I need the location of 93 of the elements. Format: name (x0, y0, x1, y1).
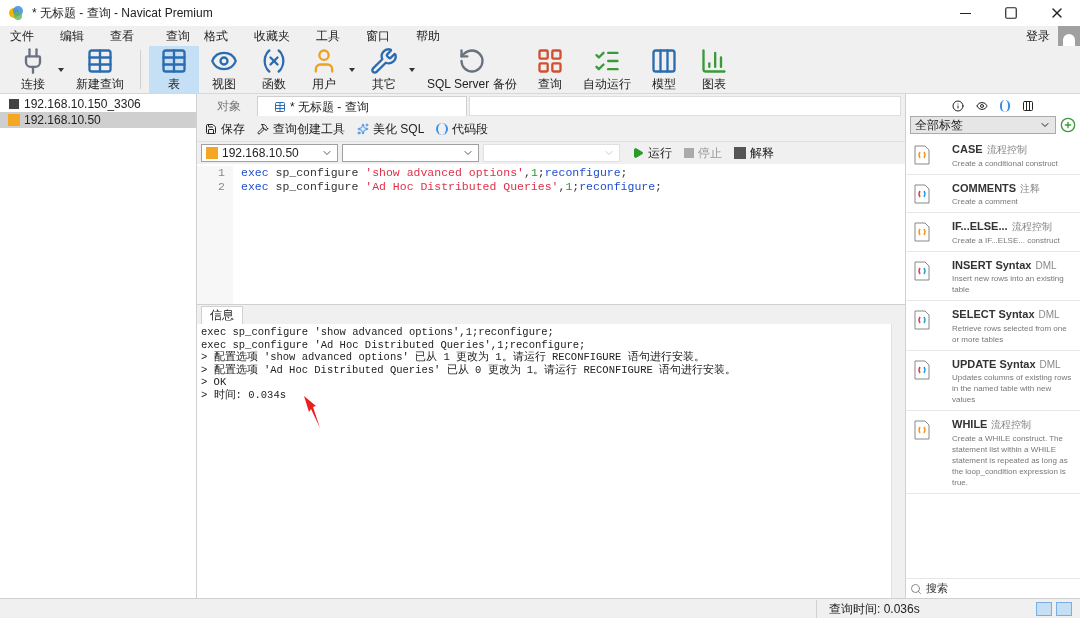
menu-item[interactable]: 窗口 (356, 27, 400, 45)
layout-left-button[interactable] (1036, 601, 1052, 616)
toolbar-button[interactable]: 视图 (199, 46, 249, 93)
maximize-icon (1004, 6, 1018, 20)
snippet-item[interactable]: INSERT Syntax DML Insert new rows into an existing table (906, 251, 1080, 301)
dropdown-caret-icon[interactable] (58, 67, 64, 72)
run-toolbar-button[interactable]: 运行 (632, 144, 672, 162)
snippet-file-icon (914, 222, 930, 242)
table-icon (160, 46, 188, 75)
connection-item[interactable]: 192.168.10.50 (0, 112, 196, 128)
connection-select[interactable] (342, 144, 479, 162)
columns-icon[interactable] (1022, 100, 1034, 112)
run-toolbar-button[interactable]: 解释 (734, 144, 774, 162)
connection-select[interactable]: 192.168.10.50 (201, 144, 338, 162)
query-toolbar-button[interactable]: 美化 SQL (357, 119, 425, 138)
toolbar-button[interactable]: 自动运行 (574, 46, 639, 93)
chart-icon (699, 46, 728, 75)
snippet-file-icon (914, 183, 930, 204)
line-number: 2 (218, 180, 225, 194)
query-time-status: 查询时间: 0.036s (816, 599, 966, 618)
query-toolbar-button[interactable]: 保存 (205, 119, 245, 138)
app-logo-icon (8, 5, 24, 21)
snippet-item[interactable]: IF...ELSE... 流程控制 Create a IF...ELSE... construct (906, 213, 1080, 252)
search-icon (910, 582, 922, 595)
window-title: * 无标题 - 查询 - Navicat Premium (32, 5, 213, 22)
toolbar-button[interactable]: 其它 (359, 46, 409, 93)
message-line: exec sp_configure 'show advanced options',1;reconfigure; (201, 326, 555, 339)
connection-item[interactable]: 192.168.10.150_3306 (0, 96, 196, 112)
layout-right-button[interactable] (1056, 601, 1072, 616)
grid-icon (535, 46, 564, 75)
snippet-file-icon (914, 420, 930, 440)
toolbar-button[interactable]: 新建查询 (68, 46, 132, 93)
snippet-item[interactable]: WHILE 流程控制 Create a WHILE construct. The statement list within a WHILE statement is repeated as long as the loop_condition expression is true. (906, 411, 1080, 494)
menu-item[interactable]: 编辑 (50, 27, 94, 45)
connection-icon (8, 114, 20, 126)
menu-item[interactable]: 收藏夹 (244, 27, 300, 45)
sparkle-icon (357, 122, 369, 135)
wrench-icon (370, 46, 398, 75)
restore-icon (457, 46, 486, 75)
code-line: exec sp_configure 'show advanced options',1;reconfigure; (241, 166, 629, 180)
snippet-search-field[interactable]: 搜索 (926, 580, 1076, 597)
snippet-item[interactable]: CASE 流程控制 Create a conditional construct (906, 136, 1080, 175)
minimize-icon (959, 12, 971, 14)
toolbar-button[interactable]: 函数 (249, 46, 299, 93)
message-line: > 配置选项 'Ad Hoc Distributed Queries' 已从 0 更改为 1。请运行 RECONFIGURE 语句进行安装。 (201, 363, 738, 377)
toolbar-button[interactable]: 用户 (299, 46, 349, 93)
model-icon (649, 46, 678, 75)
query-toolbar-button[interactable]: 代码段 (436, 119, 489, 138)
save-icon (205, 122, 217, 135)
toolbar-button[interactable]: 图表 (688, 46, 739, 93)
toolbar-button[interactable]: 表 (149, 46, 199, 93)
snippet-file-icon (914, 359, 930, 380)
toolbar-button[interactable]: SQL Server 备份 (419, 46, 525, 93)
toolbar-button[interactable]: 连接 (8, 46, 58, 93)
connection-icon (8, 98, 20, 110)
snippet-item[interactable]: COMMENTS 注释 Create a comment (906, 174, 1080, 213)
brace-icon[interactable] (1000, 100, 1010, 112)
line-number: 1 (218, 166, 225, 180)
menu-item[interactable]: 查询 (150, 27, 194, 45)
snippet-file-icon (914, 310, 930, 330)
snippet-item[interactable]: SELECT Syntax DML Retrieve rows selected from one or more tables (906, 301, 1080, 351)
add-snippet-icon[interactable] (1060, 117, 1076, 133)
snippet-item[interactable]: UPDATE Syntax DML Updates columns of existing rows in the named table with new values (906, 350, 1080, 411)
menu-item[interactable]: 格式 (194, 27, 238, 45)
stop-icon (684, 148, 694, 158)
play-icon (632, 147, 644, 159)
message-line: > 时间: 0.034s (201, 388, 287, 402)
menu-item[interactable]: 查看 (100, 27, 144, 45)
table-plus-icon (86, 46, 114, 75)
message-line: > OK (201, 376, 228, 389)
toolbar-button[interactable]: 查询 (524, 46, 575, 93)
tab[interactable]: * 无标题 - 查询 (257, 96, 467, 116)
toolbar-button[interactable]: 模型 (638, 46, 689, 93)
result-tab[interactable]: 信息 (201, 306, 243, 324)
login-link[interactable]: 登录 (1026, 27, 1050, 45)
snippet-file-icon (914, 260, 930, 281)
eye-icon[interactable] (976, 100, 988, 112)
avatar-icon[interactable] (1058, 26, 1080, 46)
message-line: exec sp_configure 'Ad Hoc Distributed Queries',1;reconfigure; (201, 338, 587, 351)
code-line: exec sp_configure 'Ad Hoc Distributed Queries',1;reconfigure; (241, 180, 662, 194)
message-line: > 配置选项 'show advanced options' 已从 1 更改为 1。请运行 RECONFIGURE 语句进行安装。 (201, 351, 706, 364)
snippet-file-icon (914, 145, 930, 165)
tag-filter-select[interactable]: 全部标签 (910, 116, 1056, 134)
info-icon[interactable] (952, 100, 964, 112)
explain-icon (734, 147, 746, 159)
dropdown-caret-icon[interactable] (349, 67, 355, 72)
menu-item[interactable]: 工具 (306, 27, 350, 45)
dropdown-caret-icon[interactable] (409, 67, 415, 72)
query-toolbar-button[interactable]: 查询创建工具 (257, 119, 345, 138)
menu-item[interactable]: 文件 (0, 27, 44, 45)
hammer-icon (257, 122, 269, 135)
tab[interactable]: 对象 (201, 96, 257, 116)
menu-item[interactable]: 帮助 (406, 27, 450, 45)
